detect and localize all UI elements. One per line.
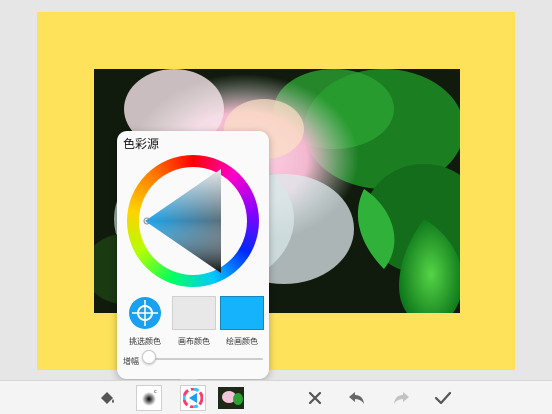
bottom-toolbar: c	[0, 380, 552, 414]
redo-icon	[394, 392, 409, 404]
canvas-color-label: 画布颜色	[178, 337, 210, 346]
fill-bucket-button[interactable]	[94, 385, 120, 411]
color-source-popover: 色彩源 挑选颜色 画布颜色 绘画颜色 增幅	[117, 131, 269, 379]
paint-color-swatch[interactable]	[220, 296, 264, 330]
confirm-button[interactable]	[430, 385, 456, 411]
close-icon	[308, 391, 322, 405]
redo-button[interactable]	[388, 385, 414, 411]
saturation-triangle[interactable]	[137, 165, 249, 277]
color-wheel-icon	[183, 388, 203, 408]
picked-color-label: 挑选颜色	[129, 337, 161, 346]
color-swatches: 挑选颜色 画布颜色 绘画颜色	[123, 296, 265, 348]
undo-icon	[349, 392, 364, 404]
photo-source-button[interactable]	[216, 385, 246, 411]
amplify-label: 增幅	[123, 357, 139, 366]
fill-bucket-icon	[101, 392, 114, 404]
brush-preview-icon: c	[142, 389, 157, 406]
eyedropper-target-icon	[129, 297, 161, 329]
canvas-color-swatch[interactable]	[172, 296, 216, 330]
svg-text:c: c	[154, 389, 157, 395]
check-icon	[434, 391, 452, 405]
amplify-slider-track[interactable]	[145, 358, 263, 360]
popover-title: 色彩源	[123, 137, 160, 151]
undo-button[interactable]	[344, 385, 370, 411]
photo-thumbnail-icon	[218, 387, 244, 409]
color-button[interactable]	[180, 385, 206, 411]
paint-color-label: 绘画颜色	[226, 337, 258, 346]
cancel-button[interactable]	[302, 385, 328, 411]
amplify-slider-thumb[interactable]	[142, 350, 156, 364]
picked-color-swatch[interactable]	[123, 296, 167, 330]
brush-size-button[interactable]: c	[136, 385, 162, 411]
